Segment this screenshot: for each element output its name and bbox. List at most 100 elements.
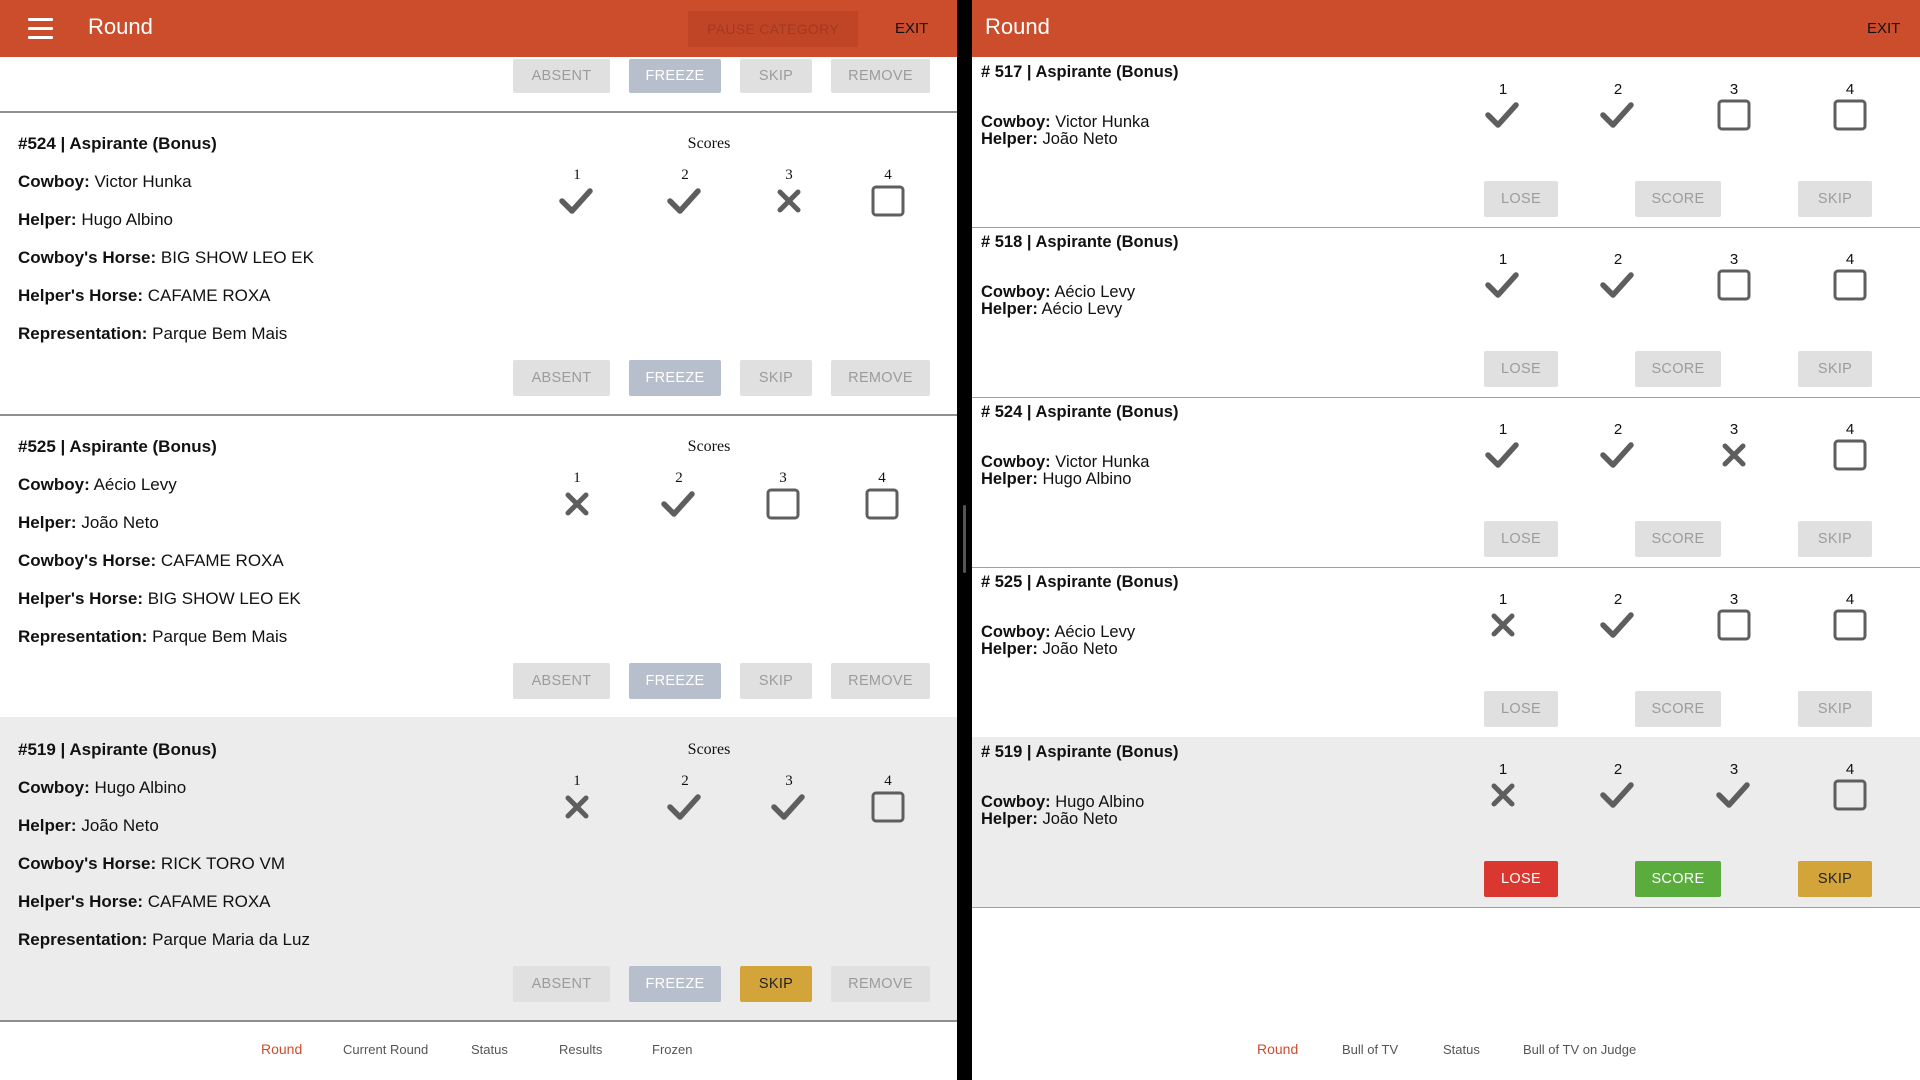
right-tab-bull-of-tv[interactable]: Bull of TV (1342, 1042, 1398, 1057)
pause-category-button[interactable]: PAUSE CATEGORY (688, 11, 858, 47)
entry-card: #519 | Aspirante (Bonus) Cowboy: Hugo Alb… (0, 717, 957, 1020)
left-tab-round[interactable]: Round (261, 1041, 302, 1057)
score-slot-3[interactable]: 3 (1709, 421, 1759, 471)
score-slot-3[interactable]: 3 (758, 470, 808, 520)
detail-value: Hugo Albino (81, 210, 173, 229)
score-number: 2 (1613, 251, 1623, 268)
score-slot-4[interactable]: 4 (1825, 591, 1875, 641)
score-slot-1[interactable]: 1 (552, 470, 602, 520)
helper-label: Helper: (981, 810, 1038, 828)
score-slot-1[interactable]: 1 (552, 167, 602, 217)
score-slot-4[interactable]: 4 (1825, 251, 1875, 301)
skip-button[interactable]: SKIP (740, 663, 812, 699)
right-tab-round[interactable]: Round (1257, 1041, 1298, 1057)
entry-detail-row: Cowboy's Horse: CAFAME ROXA (18, 551, 284, 571)
lose-button[interactable]: LOSE (1484, 861, 1558, 897)
score-slot-4[interactable]: 4 (1825, 761, 1875, 811)
score-slot-2[interactable]: 2 (660, 167, 710, 217)
score-slot-2[interactable]: 2 (1593, 591, 1643, 641)
score-button[interactable]: SCORE (1635, 521, 1721, 557)
lose-button[interactable]: LOSE (1484, 181, 1558, 217)
score-slot-1[interactable]: 1 (1478, 761, 1528, 811)
skip-button[interactable]: SKIP (740, 360, 812, 396)
detail-value: Parque Maria da Luz (152, 930, 310, 949)
score-button[interactable]: SCORE (1635, 181, 1721, 217)
score-number: 4 (1845, 421, 1855, 438)
detail-value: Aécio Levy (93, 475, 177, 494)
freeze-button[interactable]: FREEZE (629, 360, 721, 396)
lose-button[interactable]: LOSE (1484, 691, 1558, 727)
entry-detail-row: Helper's Horse: CAFAME ROXA (18, 892, 271, 912)
left-tab-status[interactable]: Status (471, 1042, 508, 1057)
right-tab-bull-of-tv-on-judge[interactable]: Bull of TV on Judge (1523, 1042, 1636, 1057)
left-tab-current-round[interactable]: Current Round (343, 1042, 428, 1057)
score-number: 3 (1729, 421, 1739, 438)
score-button[interactable]: SCORE (1635, 691, 1721, 727)
top-absent-button[interactable]: ABSENT (513, 59, 610, 93)
score-number: 3 (785, 167, 793, 183)
score-slot-2[interactable]: 2 (1593, 251, 1643, 301)
round-entry-card: # 525 | Aspirante (Bonus) Cowboy: Aécio L… (972, 567, 1920, 737)
skip-button[interactable]: SKIP (1798, 521, 1872, 557)
absent-button[interactable]: ABSENT (513, 663, 610, 699)
remove-button[interactable]: REMOVE (831, 360, 930, 396)
score-slot-1[interactable]: 1 (1478, 251, 1528, 301)
helper-name: João Neto (1042, 810, 1118, 828)
score-button[interactable]: SCORE (1635, 861, 1721, 897)
right-exit-button[interactable]: EXIT (1867, 20, 1900, 37)
round-entry-card: # 519 | Aspirante (Bonus) Cowboy: Hugo Al… (972, 737, 1920, 907)
freeze-button[interactable]: FREEZE (629, 966, 721, 1002)
lose-button[interactable]: LOSE (1484, 351, 1558, 387)
score-slot-3[interactable]: 3 (1709, 251, 1759, 301)
remove-button[interactable]: REMOVE (831, 966, 930, 1002)
menu-icon[interactable] (28, 18, 53, 39)
left-exit-button[interactable]: EXIT (895, 20, 928, 37)
remove-button[interactable]: REMOVE (831, 663, 930, 699)
left-tab-frozen[interactable]: Frozen (652, 1042, 692, 1057)
score-slot-2[interactable]: 2 (660, 773, 710, 823)
score-slot-3[interactable]: 3 (1709, 591, 1759, 641)
absent-button[interactable]: ABSENT (513, 360, 610, 396)
score-slot-3[interactable]: 3 (764, 773, 814, 823)
score-slot-4[interactable]: 4 (863, 167, 913, 217)
top-skip-button[interactable]: SKIP (740, 59, 812, 93)
score-number: 4 (1845, 251, 1855, 268)
cowboy-name: Victor Hunka (1055, 453, 1150, 471)
score-slot-4[interactable]: 4 (863, 773, 913, 823)
score-slot-3[interactable]: 3 (764, 167, 814, 217)
score-number: 2 (1613, 591, 1623, 608)
top-freeze-button[interactable]: FREEZE (629, 59, 721, 93)
score-slot-1[interactable]: 1 (1478, 591, 1528, 641)
detail-label: Representation: (18, 627, 148, 646)
top-remove-button[interactable]: REMOVE (831, 59, 930, 93)
skip-button[interactable]: SKIP (1798, 861, 1872, 897)
score-slot-2[interactable]: 2 (1593, 761, 1643, 811)
score-slot-3[interactable]: 3 (1709, 761, 1759, 811)
score-slot-1[interactable]: 1 (552, 773, 602, 823)
right-tab-status[interactable]: Status (1443, 1042, 1480, 1057)
split-handle[interactable] (963, 505, 966, 573)
entry-detail-row: Representation: Parque Bem Mais (18, 324, 287, 344)
score-slot-2[interactable]: 2 (654, 470, 704, 520)
detail-label: Helper: (18, 816, 77, 835)
skip-button[interactable]: SKIP (740, 966, 812, 1002)
score-number: 1 (1498, 421, 1508, 438)
score-slot-4[interactable]: 4 (1825, 421, 1875, 471)
helper-row: Helper: Hugo Albino (981, 470, 1131, 489)
score-slot-4[interactable]: 4 (1825, 81, 1875, 131)
skip-button[interactable]: SKIP (1798, 691, 1872, 727)
skip-button[interactable]: SKIP (1798, 181, 1872, 217)
score-slot-1[interactable]: 1 (1478, 81, 1528, 131)
absent-button[interactable]: ABSENT (513, 966, 610, 1002)
score-slot-3[interactable]: 3 (1709, 81, 1759, 131)
lose-button[interactable]: LOSE (1484, 521, 1558, 557)
score-slot-4[interactable]: 4 (857, 470, 907, 520)
score-button[interactable]: SCORE (1635, 351, 1721, 387)
score-slot-1[interactable]: 1 (1478, 421, 1528, 471)
skip-button[interactable]: SKIP (1798, 351, 1872, 387)
score-slot-2[interactable]: 2 (1593, 81, 1643, 131)
score-slot-2[interactable]: 2 (1593, 421, 1643, 471)
freeze-button[interactable]: FREEZE (629, 663, 721, 699)
entry-detail-row: Cowboy: Aécio Levy (18, 475, 177, 495)
left-tab-results[interactable]: Results (559, 1042, 602, 1057)
